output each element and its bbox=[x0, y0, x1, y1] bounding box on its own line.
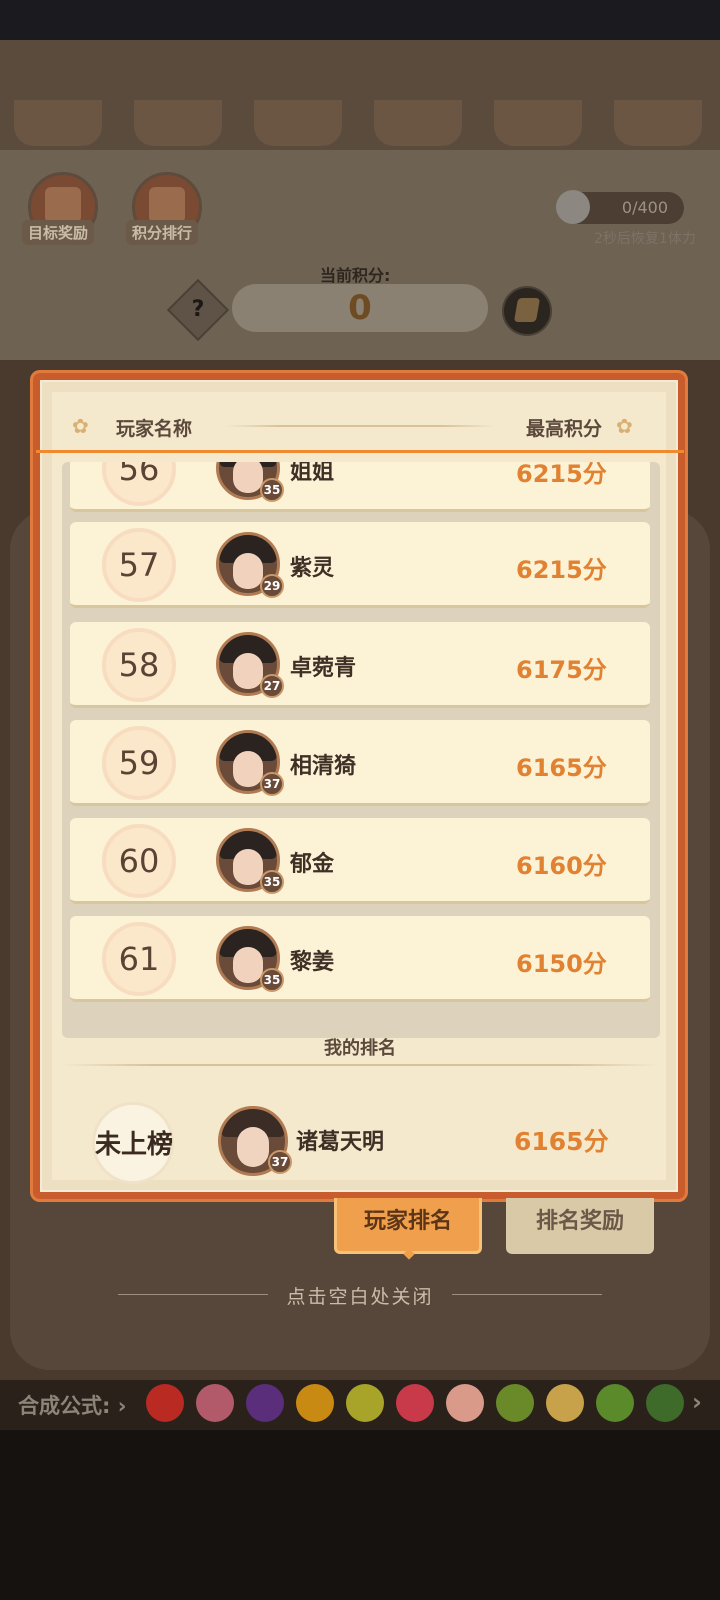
level-badge: 35 bbox=[260, 968, 284, 992]
chevron-right-icon[interactable]: › bbox=[692, 1388, 702, 1416]
stamina-recover-text: 2秒后恢复1体力 bbox=[594, 231, 696, 247]
player-name: 姐姐 bbox=[290, 462, 335, 485]
ranking-row[interactable]: 59 37 相清猗 6165分 bbox=[70, 720, 650, 806]
my-rank-divider bbox=[62, 1064, 658, 1066]
my-player-name: 诸葛天明 bbox=[296, 1130, 385, 1155]
ranking-list[interactable]: 56 35 姐姐 6215分 57 29 紫灵 6215分 58 27 卓菀青 … bbox=[62, 462, 660, 1038]
grape-icon bbox=[246, 1384, 284, 1422]
player-score: 6150分 bbox=[516, 950, 607, 978]
my-rank-title: 我的排名 bbox=[324, 1038, 396, 1059]
mango-icon bbox=[546, 1384, 584, 1422]
player-name: 紫灵 bbox=[290, 556, 335, 581]
ranking-row[interactable]: 60 35 郁金 6160分 bbox=[70, 818, 650, 904]
rank-badge: 56 bbox=[102, 462, 176, 506]
question-icon: ? bbox=[191, 297, 205, 322]
peach-icon bbox=[396, 1384, 434, 1422]
lemon-icon bbox=[346, 1384, 384, 1422]
player-score: 6215分 bbox=[516, 462, 607, 488]
player-name: 郁金 bbox=[290, 852, 335, 877]
current-score-value: 0 bbox=[232, 284, 488, 332]
my-player-score: 6165分 bbox=[514, 1127, 609, 1156]
top-decor-band bbox=[0, 40, 720, 150]
player-name: 卓菀青 bbox=[290, 656, 357, 681]
my-rank-value: 未上榜 bbox=[94, 1130, 173, 1160]
level-badge: 27 bbox=[260, 674, 284, 698]
tab-player-ranking[interactable]: 玩家排名 bbox=[334, 1198, 482, 1254]
level-badge: 35 bbox=[260, 478, 284, 502]
formula-label: 合成公式: › bbox=[18, 1394, 127, 1418]
player-score: 6165分 bbox=[516, 754, 607, 782]
player-name: 相清猗 bbox=[290, 754, 357, 779]
flower-ornament-icon: ✿ bbox=[72, 414, 89, 438]
watermelon-icon bbox=[646, 1384, 684, 1422]
level-badge: 37 bbox=[260, 772, 284, 796]
column-header-player: 玩家名称 bbox=[116, 418, 193, 440]
apple-icon bbox=[146, 1384, 184, 1422]
kiwi-icon bbox=[496, 1384, 534, 1422]
ranking-row[interactable]: 58 27 卓菀青 6175分 bbox=[70, 622, 650, 708]
level-badge: 35 bbox=[260, 870, 284, 894]
my-level-badge: 37 bbox=[268, 1150, 292, 1174]
target-reward-label: 目标奖励 bbox=[22, 220, 95, 245]
ranking-row[interactable]: 61 35 黎姜 6150分 bbox=[70, 916, 650, 1002]
orange-icon bbox=[296, 1384, 334, 1422]
stamina-value: 0/400 bbox=[621, 198, 668, 217]
lychee-icon bbox=[196, 1384, 234, 1422]
player-score: 6160分 bbox=[516, 852, 607, 880]
share-button[interactable] bbox=[502, 286, 552, 336]
close-hint[interactable]: 点击空白处关闭 bbox=[0, 1282, 720, 1309]
pear-icon bbox=[446, 1384, 484, 1422]
stamina-display: 0/400 bbox=[556, 190, 684, 224]
current-score-label: 当前积分: bbox=[320, 266, 391, 285]
player-score: 6175分 bbox=[516, 656, 607, 684]
footer-area bbox=[0, 1430, 720, 1600]
melon-icon bbox=[596, 1384, 634, 1422]
rank-badge: 57 bbox=[102, 528, 176, 602]
player-score: 6215分 bbox=[516, 556, 607, 584]
rank-badge: 60 bbox=[102, 824, 176, 898]
ranking-row[interactable]: 56 35 姐姐 6215分 bbox=[70, 462, 650, 512]
treasure-chest-icon bbox=[45, 187, 81, 223]
column-header-score: 最高积分 bbox=[526, 418, 603, 440]
flower-ornament-icon: ✿ bbox=[616, 414, 633, 438]
tab-ranking-reward[interactable]: 排名奖励 bbox=[506, 1198, 654, 1254]
player-name: 黎姜 bbox=[290, 950, 335, 975]
status-bar bbox=[0, 0, 720, 40]
rank-badge: 58 bbox=[102, 628, 176, 702]
share-icon bbox=[513, 298, 541, 322]
close-hint-line-right bbox=[452, 1294, 602, 1295]
ranking-row[interactable]: 57 29 紫灵 6215分 bbox=[70, 522, 650, 608]
ranking-scroll-icon bbox=[149, 187, 185, 223]
stamina-icon bbox=[556, 190, 590, 224]
score-ranking-label: 积分排行 bbox=[126, 220, 199, 245]
orange-divider bbox=[36, 450, 684, 453]
rank-badge: 59 bbox=[102, 726, 176, 800]
header-divider bbox=[226, 425, 496, 427]
level-badge: 29 bbox=[260, 574, 284, 598]
rank-badge: 61 bbox=[102, 922, 176, 996]
